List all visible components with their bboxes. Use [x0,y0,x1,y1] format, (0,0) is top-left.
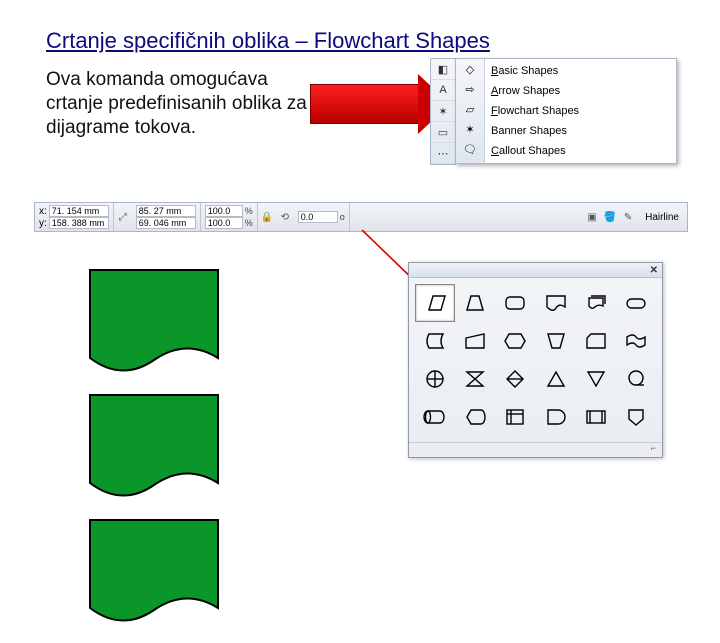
resize-grip-icon[interactable]: ⌐ [651,443,656,457]
hairline-label: Hairline [637,212,687,223]
flowchart-shapes-icon: ▱ [456,99,484,119]
percent-label: % [245,218,253,228]
shape-extract[interactable] [536,360,576,398]
palette-titlebar: ✕ [409,263,662,278]
menu-item-flowchart-shapes[interactable]: Flowchart Shapes [485,101,676,121]
shape-card[interactable] [576,322,616,360]
shape-predefined[interactable] [576,398,616,436]
shape-document[interactable] [536,284,576,322]
height-input[interactable]: 69. 046 mm [136,217,196,229]
shape-punched-tape[interactable] [616,322,656,360]
shape-display[interactable] [455,398,495,436]
menu-item-basic-shapes[interactable]: Basic Shapes [485,61,676,81]
shape-seq-access[interactable] [616,360,656,398]
shape-manual-op[interactable] [536,322,576,360]
rotation-icon: ⟲ [276,203,294,231]
menu-item-arrow-shapes[interactable]: Arrow Shapes [485,81,676,101]
highlight-arrow [310,76,450,130]
scale-y-input[interactable]: 100.0 [205,217,243,229]
basic-shapes-icon: ◇ [456,59,484,79]
menu-label: asic Shapes [498,65,558,77]
shapes-menu-icons: ◇ ⇨ ▱ ✶ 🗨 [456,59,485,163]
y-label: y: [39,218,47,229]
flowchart-document-shape [88,393,222,513]
menu-label: Banner Shapes [491,125,567,137]
layer-icon[interactable]: ▣ [583,203,601,231]
menu-item-callout-shapes[interactable]: Callout Shapes [485,141,676,161]
mini-toolbar: ◧ A ✶ ▭ ⋯ [430,58,456,165]
x-label: x: [39,206,47,217]
page-title: Crtanje specifičnih oblika – Flowchart S… [46,28,490,54]
shape-parallelogram[interactable] [415,284,455,322]
shape-terminator[interactable] [616,284,656,322]
shape-connector-off[interactable] [616,398,656,436]
degree-label: o [340,212,345,222]
status-bar: x:71. 154 mm y:158. 388 mm ⤢ 85. 27 mm 6… [34,202,688,232]
menu-label: allout Shapes [499,145,566,157]
arrow-shapes-icon: ⇨ [456,79,484,99]
menu-label: rrow Shapes [498,85,560,97]
shape-multidoc[interactable] [576,284,616,322]
outline-icon[interactable]: ✎ [619,203,637,231]
scale-x-input[interactable]: 100.0 [205,205,243,217]
shape-direct-access[interactable] [415,398,455,436]
position-cell: x:71. 154 mm y:158. 388 mm [35,203,114,231]
shape-summing[interactable] [415,360,455,398]
description-text: Ova komanda omogućava crtanje predefinis… [46,68,316,139]
shape-collate[interactable] [455,360,495,398]
flowchart-document-shape [88,268,222,388]
shape-preparation[interactable] [495,322,535,360]
percent-label: % [245,206,253,216]
shape-delay[interactable] [536,398,576,436]
angle-cell: 0.0o [294,203,350,231]
flowchart-palette: ✕ ⌐ [408,262,663,458]
toolbar-btn[interactable]: ✶ [431,101,455,122]
close-icon[interactable]: ✕ [650,265,658,276]
shape-internal-storage[interactable] [495,398,535,436]
toolbar-btn[interactable]: ◧ [431,59,455,80]
shape-merge[interactable] [576,360,616,398]
menu-label: lowchart Shapes [498,105,579,117]
dimension-icon: ⤢ [114,203,132,231]
shape-manual-input[interactable] [455,322,495,360]
lock-icon[interactable]: 🔒 [258,203,276,231]
shape-stored-data[interactable] [415,322,455,360]
palette-grid [409,278,662,442]
x-input[interactable]: 71. 154 mm [49,205,109,217]
size-cell: 85. 27 mm 69. 046 mm [132,203,201,231]
flowchart-document-shape [88,518,222,638]
toolbar-btn[interactable]: ⋯ [431,143,455,164]
y-input[interactable]: 158. 388 mm [49,217,109,229]
callout-shapes-icon: 🗨 [456,139,484,159]
menu-item-banner-shapes[interactable]: Banner Shapes [485,121,676,141]
shapes-menu: ◇ ⇨ ▱ ✶ 🗨 Basic Shapes Arrow Shapes Flow… [455,58,677,164]
angle-input[interactable]: 0.0 [298,211,338,223]
banner-shapes-icon: ✶ [456,119,484,139]
shape-roundrect[interactable] [495,284,535,322]
shape-trapezoid[interactable] [455,284,495,322]
width-input[interactable]: 85. 27 mm [136,205,196,217]
palette-footer: ⌐ [409,442,662,457]
paintbucket-icon[interactable]: 🪣 [601,203,619,231]
shape-sort[interactable] [495,360,535,398]
example-shapes-stack [88,268,268,408]
scale-cell: 100.0% 100.0% [201,203,258,231]
toolbar-btn[interactable]: A [431,80,455,101]
toolbar-btn[interactable]: ▭ [431,122,455,143]
